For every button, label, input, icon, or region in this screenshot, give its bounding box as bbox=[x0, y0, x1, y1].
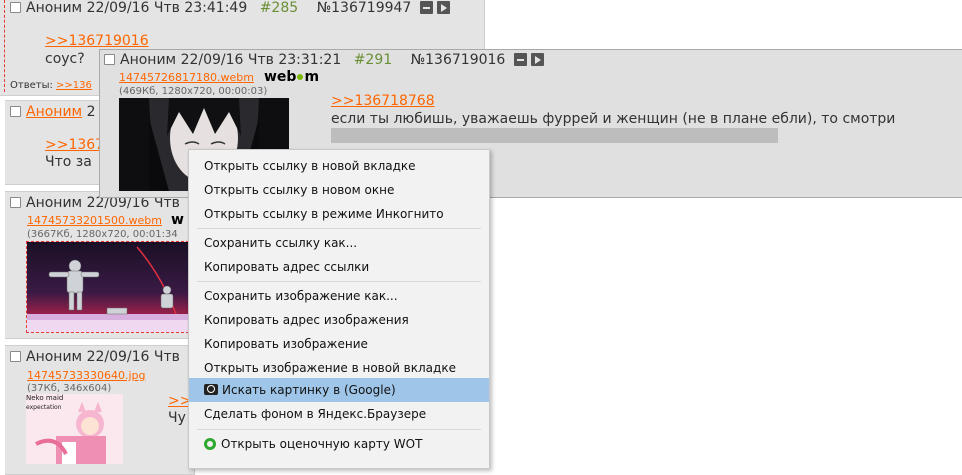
preview-date: 22/09/16 Чтв 23:31:21 bbox=[180, 52, 342, 68]
context-menu: Открыть ссылку в новой вкладке Открыть с… bbox=[188, 149, 490, 469]
menu-open-image-new-tab[interactable]: Открыть изображение в новой вкладке bbox=[189, 356, 489, 380]
post-285-id[interactable]: №136719947 bbox=[317, 0, 412, 16]
post-3-file-link[interactable]: 14745733201500.webm bbox=[27, 214, 162, 227]
menu-set-as-background[interactable]: Сделать фоном в Яндекс.Браузере bbox=[189, 402, 489, 426]
menu-separator bbox=[197, 228, 481, 229]
post-285-text: соус? bbox=[45, 51, 85, 67]
post-4-file-info: (37Кб, 346x604) bbox=[27, 383, 112, 394]
expand-post-icon[interactable] bbox=[530, 53, 544, 66]
webm-dot-icon bbox=[297, 74, 304, 80]
preview-spoiler[interactable] bbox=[331, 128, 778, 143]
post-selected-marker bbox=[4, 0, 5, 92]
hide-post-icon[interactable] bbox=[419, 1, 433, 14]
hide-post-icon[interactable] bbox=[513, 53, 527, 66]
post-4-author: Аноним bbox=[26, 349, 83, 365]
webm-logo-web: web bbox=[264, 69, 297, 85]
wot-circle-icon bbox=[204, 438, 216, 450]
post-2-header: Аноним 2 bbox=[10, 104, 95, 120]
post-4-text: Чу bbox=[168, 410, 186, 426]
camera-lens-icon bbox=[204, 384, 218, 395]
post-2-reflink[interactable]: >>1367 bbox=[45, 137, 104, 153]
post-285-number[interactable]: #285 bbox=[260, 0, 298, 16]
post-4-checkbox[interactable] bbox=[10, 351, 21, 362]
anime-space-scene-image bbox=[27, 242, 188, 332]
post-285-checkbox[interactable] bbox=[10, 2, 21, 13]
menu-open-link-incognito[interactable]: Открыть ссылку в режиме Инкогнито bbox=[189, 202, 489, 226]
post-285-header: Аноним 22/09/16 Чтв 23:41:49 #285 №13671… bbox=[10, 0, 450, 16]
preview-header: Аноним 22/09/16 Чтв 23:31:21 #291 №13671… bbox=[104, 52, 544, 68]
post-3-checkbox[interactable] bbox=[10, 197, 21, 208]
post-3-file-info: (3667Кб, 1280x720, 00:01:34 bbox=[27, 229, 178, 240]
menu-save-image-as[interactable]: Сохранить изображение как... bbox=[189, 284, 489, 308]
post-2-checkbox[interactable] bbox=[10, 106, 21, 117]
post-4-header: Аноним 22/09/16 Чтв bbox=[10, 349, 180, 365]
preview-id[interactable]: №136719016 bbox=[411, 52, 506, 68]
menu-search-image-label: Искать картинку в (Google) bbox=[222, 383, 396, 397]
post-3-thumbnail[interactable] bbox=[26, 241, 189, 333]
menu-open-wot-scorecard[interactable]: Открыть оценочную карту WOT bbox=[189, 432, 489, 456]
preview-checkbox[interactable] bbox=[104, 54, 115, 65]
menu-save-link-as[interactable]: Сохранить ссылку как... bbox=[189, 231, 489, 255]
preview-file-info: (469Кб, 1280x720, 00:00:03) bbox=[119, 86, 268, 97]
post-3-webm-logo: w bbox=[171, 212, 184, 228]
menu-copy-image-address[interactable]: Копировать адрес изображения bbox=[189, 308, 489, 332]
preview-author: Аноним bbox=[120, 52, 177, 68]
post-285-answers: Ответы: >>136 bbox=[10, 80, 92, 91]
menu-separator bbox=[197, 429, 481, 430]
menu-copy-image[interactable]: Копировать изображение bbox=[189, 332, 489, 356]
menu-copy-link-address[interactable]: Копировать адрес ссылки bbox=[189, 255, 489, 279]
answers-link[interactable]: >>136 bbox=[56, 80, 92, 91]
post-285-reflink[interactable]: >>136719016 bbox=[45, 33, 149, 49]
menu-separator bbox=[197, 281, 481, 282]
post-285-author: Аноним bbox=[26, 0, 83, 16]
post-2-text: Что за bbox=[45, 154, 92, 170]
preview-text: если ты любишь, уважаешь фуррей и женщин… bbox=[331, 111, 896, 127]
post-4-file-link[interactable]: 14745733330640.jpg bbox=[27, 369, 146, 382]
post-2-author[interactable]: Аноним bbox=[26, 104, 82, 120]
post-4-thumbnail[interactable]: Neko maid expectation bbox=[26, 394, 123, 464]
preview-number[interactable]: #291 bbox=[354, 52, 392, 68]
post-285-date: 22/09/16 Чтв 23:41:49 bbox=[86, 0, 248, 16]
preview-reflink[interactable]: >>136718768 bbox=[331, 93, 435, 109]
post-2-date: 2 bbox=[86, 104, 96, 120]
post-3-author: Аноним bbox=[26, 195, 83, 211]
webm-logo-m: m bbox=[304, 69, 320, 85]
post-4-date: 22/09/16 Чтв bbox=[86, 349, 180, 365]
answers-label: Ответы: bbox=[10, 80, 53, 91]
preview-webm-logo: web m bbox=[264, 69, 319, 85]
menu-open-link-new-window[interactable]: Открыть ссылку в новом окне bbox=[189, 178, 489, 202]
preview-file-link[interactable]: 14745726817180.webm bbox=[119, 71, 254, 84]
menu-search-image-google[interactable]: Искать картинку в (Google) bbox=[189, 378, 489, 402]
neko-maid-image bbox=[35, 402, 106, 464]
menu-wot-label: Открыть оценочную карту WOT bbox=[221, 437, 423, 451]
expand-post-icon[interactable] bbox=[436, 1, 450, 14]
menu-open-link-new-tab[interactable]: Открыть ссылку в новой вкладке bbox=[189, 154, 489, 178]
